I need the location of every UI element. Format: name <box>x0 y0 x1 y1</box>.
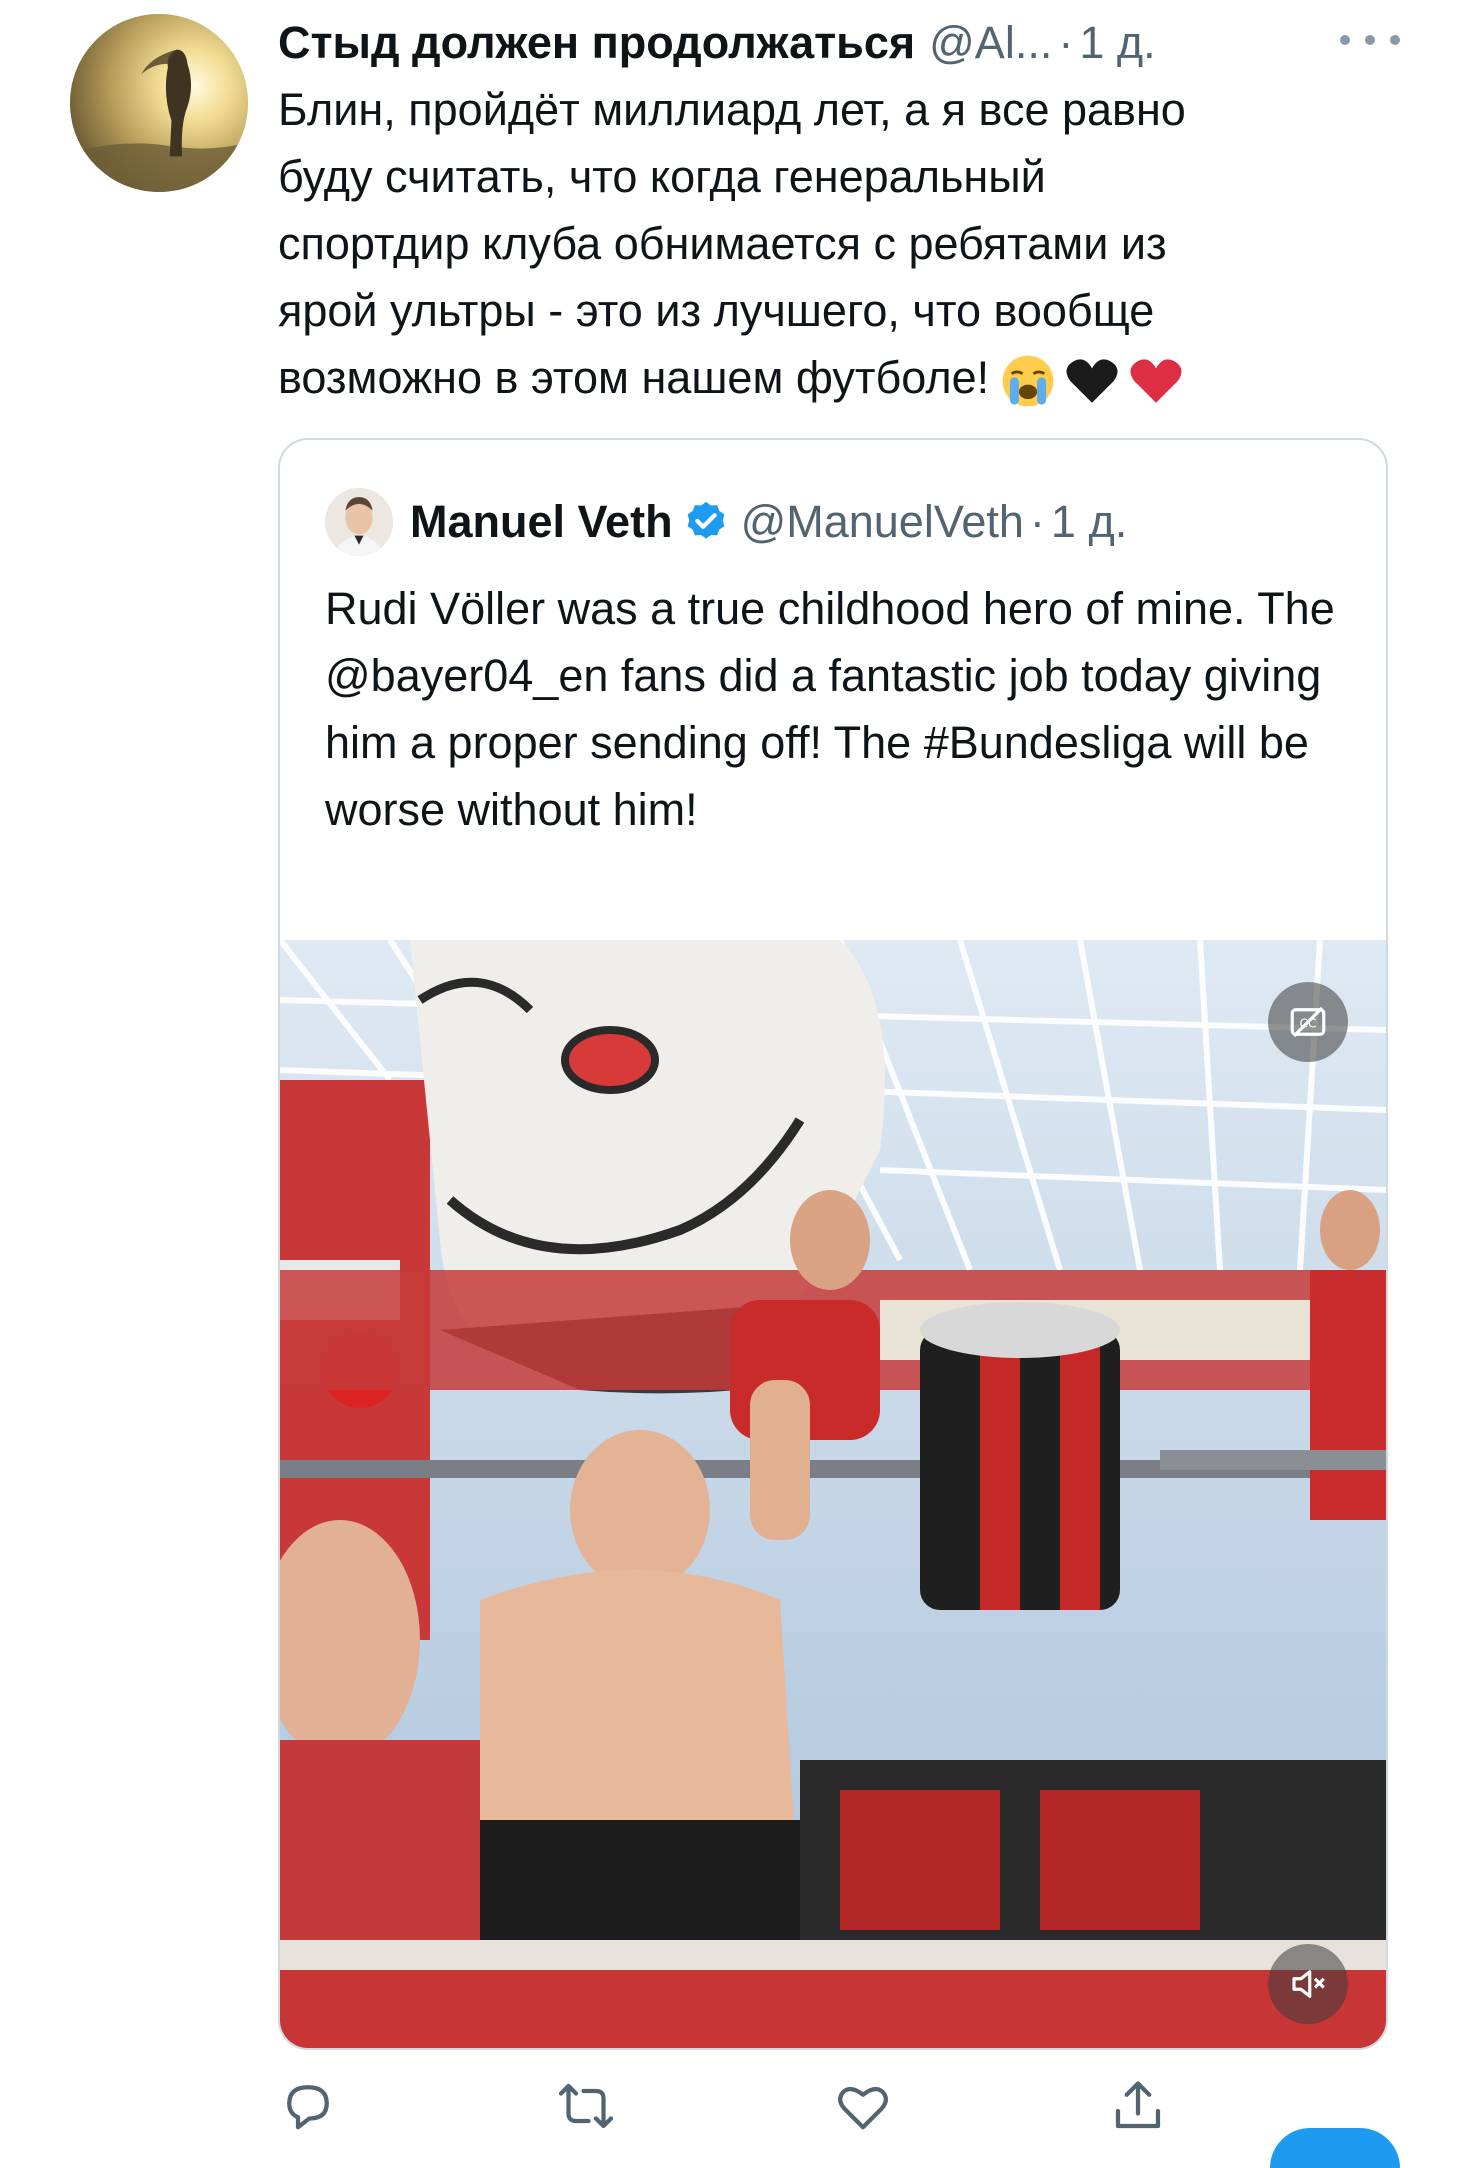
quoted-author-avatar[interactable] <box>325 488 393 556</box>
retweet-icon[interactable] <box>556 2076 616 2136</box>
quoted-tweet[interactable]: Manuel Veth @ManuelVeth · 1 д. Rudi Völl… <box>278 438 1388 2050</box>
black-heart-icon <box>1066 359 1118 403</box>
avatar-image <box>70 14 248 192</box>
tweet-header: Стыд должен продолжаться @Al... · 1 д. <box>278 8 1398 78</box>
quoted-tweet-text: Rudi Völler was a true childhood hero of… <box>325 583 1335 835</box>
author-avatar[interactable] <box>70 14 248 192</box>
author-handle[interactable]: @Al... <box>929 17 1052 69</box>
share-icon[interactable] <box>1108 2076 1168 2136</box>
video-player[interactable]: CC <box>280 940 1386 2048</box>
red-heart-icon <box>1130 359 1182 403</box>
reply-icon[interactable] <box>278 2076 338 2136</box>
quoted-author-handle[interactable]: @ManuelVeth <box>741 496 1024 548</box>
quoted-author-name[interactable]: Manuel Veth <box>410 496 673 548</box>
compose-button[interactable] <box>1270 2128 1400 2168</box>
muted-icon[interactable] <box>1268 1944 1348 2024</box>
captions-off-icon[interactable]: CC <box>1268 982 1348 1062</box>
quoted-tweet-time[interactable]: 1 д. <box>1051 496 1127 548</box>
separator: · <box>1058 17 1074 68</box>
quoted-tweet-header: Manuel Veth @ManuelVeth · 1 д. <box>410 486 1127 558</box>
video-frame <box>280 940 1386 2048</box>
tweet-time[interactable]: 1 д. <box>1079 17 1155 69</box>
author-name[interactable]: Стыд должен продолжаться <box>278 17 915 69</box>
emoji-row <box>999 352 1185 410</box>
tweet-actions <box>278 2070 1388 2140</box>
more-options-icon[interactable] <box>1340 20 1400 60</box>
like-icon[interactable] <box>833 2076 893 2136</box>
loudly-crying-face-icon <box>1002 355 1054 407</box>
separator: · <box>1029 496 1045 547</box>
verified-badge-icon <box>687 501 724 539</box>
tweet-text: Блин, пройдёт миллиард лет, а я все равн… <box>278 76 1388 411</box>
